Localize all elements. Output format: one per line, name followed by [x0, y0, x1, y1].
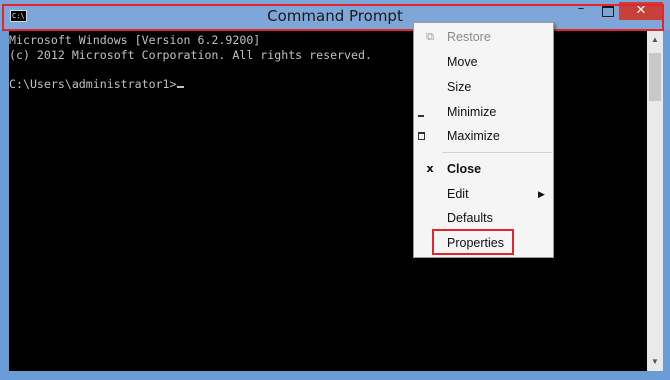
submenu-arrow-icon: ▶	[538, 189, 545, 199]
title-bar-highlight	[2, 4, 664, 31]
scroll-thumb[interactable]	[649, 53, 661, 101]
menu-item-size[interactable]: Size	[414, 76, 553, 98]
menu-separator	[442, 152, 552, 153]
scroll-down-arrow-icon[interactable]: ▼	[647, 353, 663, 371]
console-prompt: C:\Users\administrator1>	[9, 76, 177, 91]
vertical-scrollbar[interactable]: ▲ ▼	[647, 31, 663, 371]
console-line-2: (c) 2012 Microsoft Corporation. All righ…	[9, 47, 372, 62]
menu-item-edit-label: Edit	[447, 187, 469, 201]
menu-item-minimize-label: Minimize	[447, 105, 497, 119]
maximize-icon	[418, 132, 425, 140]
system-context-menu: ⧉ Restore Move Size Minimize Maximize x …	[413, 22, 554, 258]
minimize-icon	[418, 115, 424, 117]
close-icon: x	[426, 162, 434, 175]
menu-item-minimize[interactable]: Minimize	[414, 101, 553, 123]
menu-item-restore[interactable]: ⧉ Restore	[414, 26, 553, 48]
properties-highlight	[432, 229, 514, 255]
menu-item-restore-label: Restore	[447, 30, 491, 44]
menu-item-edit[interactable]: Edit ▶	[414, 183, 553, 205]
menu-item-defaults-label: Defaults	[447, 211, 493, 225]
scroll-up-arrow-icon[interactable]: ▲	[647, 31, 663, 49]
menu-item-defaults[interactable]: Defaults	[414, 207, 553, 229]
console-line-1: Microsoft Windows [Version 6.2.9200]	[9, 33, 261, 47]
restore-icon: ⧉	[426, 30, 434, 43]
menu-item-close-label: Close	[447, 162, 482, 176]
menu-item-maximize-label: Maximize	[447, 129, 500, 143]
menu-item-maximize[interactable]: Maximize	[414, 125, 553, 147]
menu-item-close[interactable]: x Close	[414, 158, 553, 180]
menu-item-move[interactable]: Move	[414, 51, 553, 73]
menu-item-size-label: Size	[447, 80, 472, 94]
text-cursor	[176, 85, 184, 88]
console-text: Microsoft Windows [Version 6.2.9200] (c)…	[9, 33, 372, 91]
window-bottom-frame	[0, 371, 670, 380]
menu-item-move-label: Move	[447, 55, 478, 69]
command-prompt-window: C:\ Command Prompt – ✕ Microsoft Windows…	[0, 0, 670, 380]
